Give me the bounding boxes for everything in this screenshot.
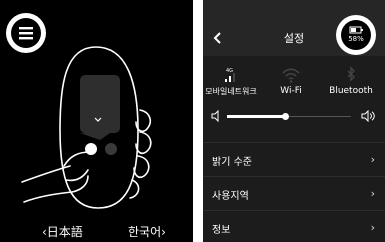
wifi-label: Wi-Fi (280, 86, 302, 96)
language-prev-button[interactable]: ‹日本語 (42, 223, 83, 240)
volume-high-icon (361, 110, 375, 122)
wifi-icon (282, 68, 300, 83)
language-panel: ‹日本語 한국어› (0, 0, 193, 242)
volume-knob[interactable] (282, 113, 289, 120)
volume-slider[interactable] (203, 106, 385, 126)
bluetooth-icon (347, 66, 355, 82)
battery-indicator: 58% (336, 15, 376, 55)
settings-item-region[interactable]: 사용지역 › (203, 176, 385, 211)
mobile-network-toggle[interactable]: 4G 모바일네트워크 (203, 58, 259, 97)
bluetooth-toggle[interactable]: Bluetooth (323, 58, 379, 96)
mobile-network-label: 모바일네트워크 (205, 87, 257, 96)
wifi-toggle[interactable]: Wi-Fi (263, 58, 319, 96)
menu-icon (19, 27, 33, 40)
settings-item-brightness[interactable]: 밝기 수준 › (203, 142, 385, 177)
network-badge: 4G (226, 68, 233, 74)
menu-button[interactable] (6, 13, 46, 53)
signal-icon: 4G (225, 68, 235, 82)
settings-item-label: 밝기 수준 (212, 157, 252, 168)
settings-item-label: 사용지역 (212, 191, 249, 202)
volume-low-icon (211, 110, 219, 122)
chevron-right-icon: › (370, 221, 375, 234)
volume-fill (227, 115, 285, 118)
settings-panel: 설정 58% 4G 모바일네트워크 Wi-Fi Bluetooth 밝기 수준 … (203, 0, 385, 242)
settings-item-label: 정보 (212, 225, 231, 236)
chevron-right-icon: › (370, 187, 375, 200)
bluetooth-label: Bluetooth (329, 86, 373, 96)
battery-percent: 58% (348, 35, 364, 43)
settings-item-info[interactable]: 정보 › (203, 210, 385, 242)
chevron-right-icon: › (370, 153, 375, 166)
language-next-button[interactable]: 한국어› (128, 223, 166, 240)
